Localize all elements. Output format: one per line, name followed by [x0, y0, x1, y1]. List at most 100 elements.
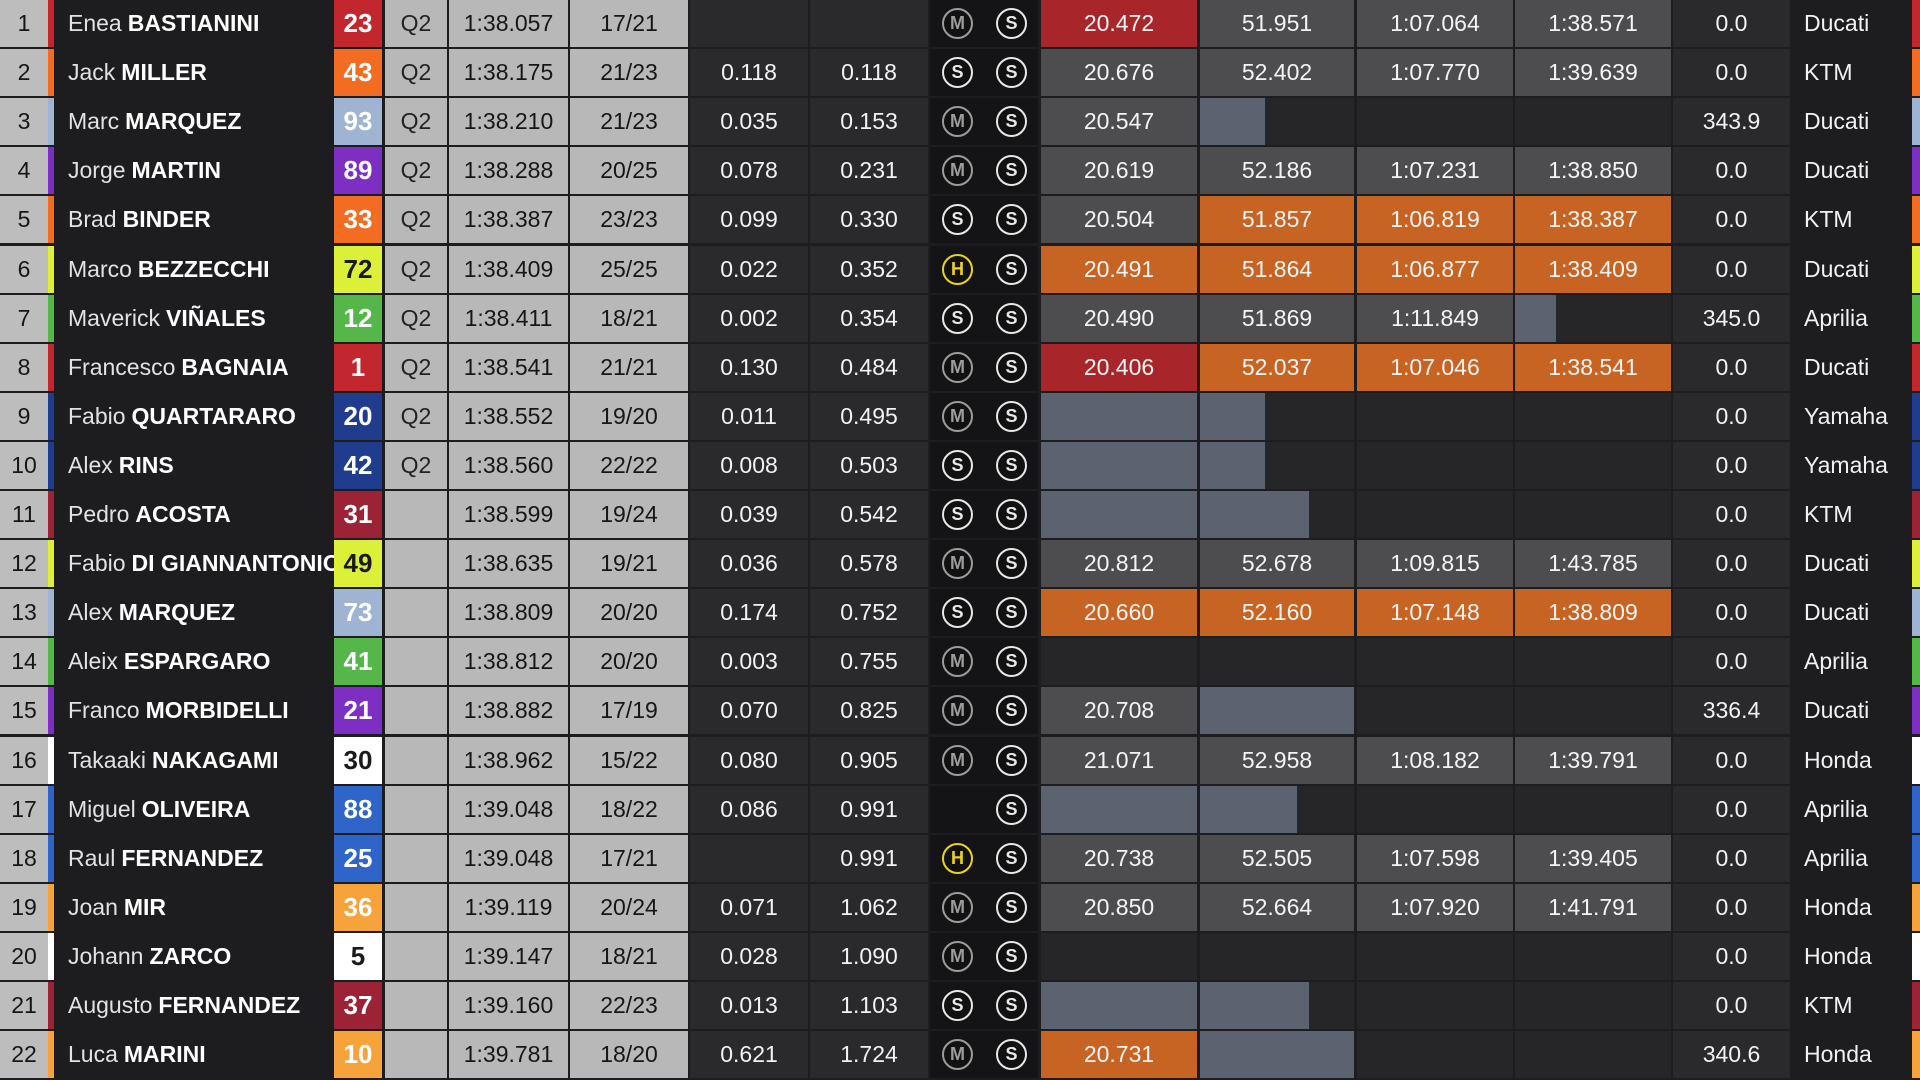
timing-row[interactable]: 7 Maverick VIÑALES 12 Q2 1:38.411 18/21 … [0, 294, 1920, 344]
top-speed: 336.4 [1673, 687, 1790, 735]
rider-name[interactable]: Miguel OLIVEIRA [54, 785, 334, 833]
rider-name[interactable]: Maverick VIÑALES [54, 294, 334, 342]
timing-row[interactable]: 22 Luca MARINI 10 1:39.781 18/20 0.621 1… [0, 1031, 1920, 1080]
timing-row[interactable]: 20 Johann ZARCO 5 1:39.147 18/21 0.028 1… [0, 932, 1920, 982]
sector-2-time [1200, 392, 1354, 440]
timing-row[interactable]: 21 Augusto FERNANDEZ 37 1:39.160 22/23 0… [0, 982, 1920, 1031]
timing-row[interactable]: 14 Aleix ESPARGARO 41 1:38.812 20/20 0.0… [0, 638, 1920, 687]
rider-name[interactable]: Johann ZARCO [54, 932, 334, 980]
best-lap-time: 1:38.560 [449, 441, 568, 489]
sector-1-time [1041, 638, 1197, 686]
rider-name[interactable]: Marc MARQUEZ [54, 98, 334, 146]
timing-row[interactable]: 10 Alex RINS 42 Q2 1:38.560 22/22 0.008 … [0, 441, 1920, 491]
timing-row[interactable]: 9 Fabio QUARTARARO 20 Q2 1:38.552 19/20 … [0, 392, 1920, 442]
rider-name[interactable]: Enea BASTIANINI [54, 0, 334, 47]
sector-3-time: 1:07.064 [1357, 0, 1513, 47]
timing-row[interactable]: 12 Fabio DI GIANNANTONIO 49 1:38.635 19/… [0, 540, 1920, 589]
rider-name[interactable]: Aleix ESPARGARO [54, 638, 334, 686]
sector-value: 1:07.046 [1390, 353, 1480, 380]
rider-name[interactable]: Marco BEZZECCHI [54, 245, 334, 293]
rider-first-name: Brad [68, 206, 117, 233]
sector-progress-bar [1200, 687, 1354, 735]
sector-3-time [1357, 98, 1513, 146]
timing-row[interactable]: 13 Alex MARQUEZ 73 1:38.809 20/20 0.174 … [0, 589, 1920, 638]
timing-row[interactable]: 6 Marco BEZZECCHI 72 Q2 1:38.409 25/25 0… [0, 245, 1920, 295]
front-tyre-icon: M [942, 891, 973, 923]
sector-value: 20.738 [1083, 844, 1155, 871]
qualifying-session [385, 834, 447, 882]
tyre-compounds: S S [930, 441, 1038, 489]
timing-row[interactable]: 19 Joan MIR 36 1:39.119 20/24 0.071 1.06… [0, 883, 1920, 933]
rider-name[interactable]: Brad BINDER [54, 196, 334, 244]
sector-1-time [1041, 785, 1197, 833]
sector-2-time: 51.869 [1200, 294, 1354, 342]
best-lap-time: 1:39.119 [449, 883, 568, 931]
timing-row[interactable]: 3 Marc MARQUEZ 93 Q2 1:38.210 21/23 0.03… [0, 98, 1920, 147]
gap-to-previous: 0.078 [690, 147, 808, 195]
rear-tyre-icon: S [996, 400, 1027, 432]
team-color-edge [1912, 196, 1920, 244]
timing-row[interactable]: 18 Raul FERNANDEZ 25 1:39.048 17/21 0.99… [0, 834, 1920, 884]
rider-name[interactable]: Alex MARQUEZ [54, 589, 334, 637]
best-lap-time: 1:38.882 [449, 687, 568, 735]
team-name: Yamaha [1792, 392, 1912, 440]
sector-value: 52.505 [1241, 844, 1313, 871]
timing-row[interactable]: 15 Franco MORBIDELLI 21 1:38.882 17/19 0… [0, 687, 1920, 736]
rider-name[interactable]: Joan MIR [54, 883, 334, 931]
rider-name[interactable]: Fabio DI GIANNANTONIO [54, 540, 334, 588]
rider-last-name: MARQUEZ [118, 599, 236, 626]
team-color-edge [1912, 392, 1920, 440]
rider-name[interactable]: Franco MORBIDELLI [54, 687, 334, 735]
gap-to-previous: 0.008 [690, 441, 808, 489]
qualifying-session: Q2 [385, 98, 447, 146]
position: 4 [0, 147, 48, 195]
position: 11 [0, 491, 48, 538]
rider-last-name: FERNANDEZ [121, 844, 264, 871]
sector-value: 20.660 [1083, 599, 1155, 626]
rider-name[interactable]: Jack MILLER [54, 49, 334, 97]
rider-name[interactable]: Fabio QUARTARARO [54, 392, 334, 440]
rider-name[interactable]: Jorge MARTIN [54, 147, 334, 195]
rider-name[interactable]: Alex RINS [54, 441, 334, 489]
team-name: Aprilia [1792, 785, 1912, 833]
timing-row[interactable]: 2 Jack MILLER 43 Q2 1:38.175 21/23 0.118… [0, 49, 1920, 98]
rear-tyre-icon: S [996, 8, 1027, 39]
timing-row[interactable]: 8 Francesco BAGNAIA 1 Q2 1:38.541 21/21 … [0, 343, 1920, 393]
qualifying-session: Q2 [385, 49, 447, 97]
team-name: Honda [1792, 883, 1912, 931]
timing-row[interactable]: 5 Brad BINDER 33 Q2 1:38.387 23/23 0.099… [0, 196, 1920, 245]
rider-name[interactable]: Francesco BAGNAIA [54, 343, 334, 391]
gap-to-leader: 0.991 [810, 834, 928, 882]
timing-row[interactable]: 11 Pedro ACOSTA 31 1:38.599 19/24 0.039 … [0, 491, 1920, 540]
rider-name[interactable]: Augusto FERNANDEZ [54, 982, 334, 1029]
rider-number-badge: 21 [334, 687, 382, 735]
top-speed: 0.0 [1673, 834, 1790, 882]
rider-name[interactable]: Raul FERNANDEZ [54, 834, 334, 882]
sector-value: 52.160 [1241, 599, 1313, 626]
rear-tyre-icon: S [996, 646, 1027, 678]
sector-value: 20.491 [1083, 255, 1155, 282]
rider-name[interactable]: Pedro ACOSTA [54, 491, 334, 538]
sector-value: 1:11.849 [1391, 304, 1479, 331]
team-color-edge [1912, 245, 1920, 293]
qualifying-session: Q2 [385, 294, 447, 342]
timing-row[interactable]: 17 Miguel OLIVEIRA 88 1:39.048 18/22 0.0… [0, 785, 1920, 835]
team-name: Ducati [1792, 98, 1912, 146]
rear-tyre-icon: S [996, 891, 1027, 923]
timing-row[interactable]: 1 Enea BASTIANINI 23 Q2 1:38.057 17/21 M… [0, 0, 1920, 49]
tyre-compounds: M S [930, 98, 1038, 146]
sector-1-time: 21.071 [1041, 736, 1197, 784]
timing-row[interactable]: 16 Takaaki NAKAGAMI 30 1:38.962 15/22 0.… [0, 736, 1920, 786]
gap-to-previous: 0.011 [690, 392, 808, 440]
team-color-edge [1912, 294, 1920, 342]
rider-name[interactable]: Luca MARINI [54, 1031, 334, 1079]
sector-value: 1:38.850 [1548, 157, 1638, 184]
lap-count: 20/24 [570, 883, 688, 931]
lap-count: 22/23 [570, 982, 688, 1029]
rider-name[interactable]: Takaaki NAKAGAMI [54, 736, 334, 784]
sector-1-time: 20.472 [1041, 0, 1197, 47]
timing-board: 1 Enea BASTIANINI 23 Q2 1:38.057 17/21 M… [0, 0, 1920, 1080]
rider-number-badge: 37 [334, 982, 382, 1029]
timing-row[interactable]: 4 Jorge MARTIN 89 Q2 1:38.288 20/25 0.07… [0, 147, 1920, 196]
lap-count: 17/19 [570, 687, 688, 735]
